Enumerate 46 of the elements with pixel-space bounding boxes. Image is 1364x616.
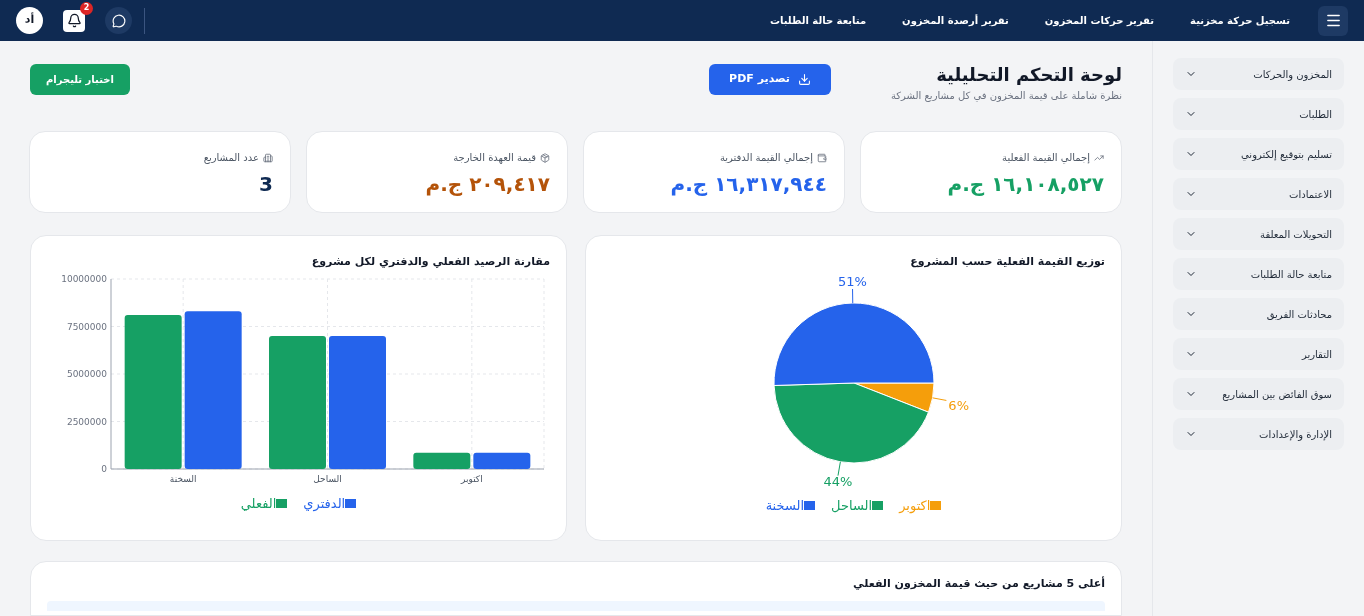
nav-link[interactable]: متابعة حالة الطلبات	[769, 13, 867, 28]
sidebar-item[interactable]: سوق الفائض بين المشاريع	[1173, 378, 1344, 410]
stat-value: ٢٠٩,٤١٧ ج.م	[424, 171, 550, 198]
axis-tick-label: 10000000	[60, 273, 107, 284]
legend-label: الساحل	[831, 496, 873, 515]
legend-label: السخنة	[765, 496, 805, 515]
sidebar-item[interactable]: المخزون والحركات	[1173, 58, 1344, 90]
legend-label: اكتوبر	[899, 496, 931, 515]
page-subtitle: نظرة شاملة على قيمة المخزون في كل مشاريع الشركة	[890, 89, 1122, 103]
stat-label: إجمالي القيمة الدفترية	[719, 151, 813, 165]
stat-label: قيمة العهدة الخارجة	[453, 151, 536, 165]
category-label: الساحل	[312, 473, 342, 484]
axis-tick-label: 2500000	[66, 416, 107, 426]
stat-label: إجمالي القيمة الفعلية	[1002, 151, 1090, 165]
export-pdf-button[interactable]: تصدير PDF	[709, 64, 831, 95]
sidebar-item[interactable]: الاعتمادات	[1173, 178, 1344, 210]
axis-tick-label: 7500000	[66, 321, 107, 331]
chart-title: توزيع القيمة الفعلية حسب المشروع	[909, 254, 1105, 270]
sidebar-item[interactable]: متابعة حالة الطلبات	[1173, 258, 1344, 290]
stat-value: ١٦,١٠٨,٥٢٧ ج.م	[946, 171, 1104, 198]
sidebar-item[interactable]: محادثات الفريق	[1173, 298, 1344, 330]
axis-tick-label: 5000000	[66, 368, 107, 379]
stat-label: عدد المشاريع	[203, 151, 259, 165]
notification-badge: 2	[80, 1, 93, 15]
category-label: اكتوبر	[460, 473, 483, 484]
slice-percent-label: 51%	[837, 273, 867, 289]
legend-label: الفعلي	[240, 494, 277, 513]
stat-value: 3	[258, 171, 273, 198]
sidebar-item[interactable]: التقارير	[1173, 338, 1344, 370]
stat-value: ١٦,٣١٧,٩٤٤ ج.م	[669, 171, 827, 198]
sidebar-item[interactable]: الإدارة والإعدادات	[1173, 418, 1344, 450]
category-label: السخنة	[169, 473, 196, 484]
legend-label: الدفتري	[303, 494, 346, 513]
chart-title: مقارنة الرصيد الفعلي والدفتري لكل مشروع	[310, 254, 550, 270]
nav-link[interactable]: تقرير حركات المخزون	[1044, 13, 1155, 28]
sidebar-item[interactable]: الطلبات	[1173, 98, 1344, 130]
sidebar-item[interactable]: تسليم بتوقيع إلكتروني	[1173, 138, 1344, 170]
page-title: لوحة التحكم التحليلية	[935, 63, 1122, 88]
axis-tick-label: 0	[100, 463, 107, 474]
user-avatar[interactable]: أد	[16, 7, 43, 34]
sidebar-item[interactable]: التحويلات المعلقة	[1173, 218, 1344, 250]
slice-percent-label: 6%	[947, 397, 969, 413]
section-title: أعلى 5 مشاريع من حيث قيمة المخزون الفعلي	[852, 576, 1105, 592]
slice-percent-label: 44%	[823, 473, 852, 489]
nav-link[interactable]: تقرير أرصدة المخزون	[902, 13, 1009, 28]
nav-link[interactable]: تسجيل حركة مخزنية	[1190, 13, 1290, 28]
